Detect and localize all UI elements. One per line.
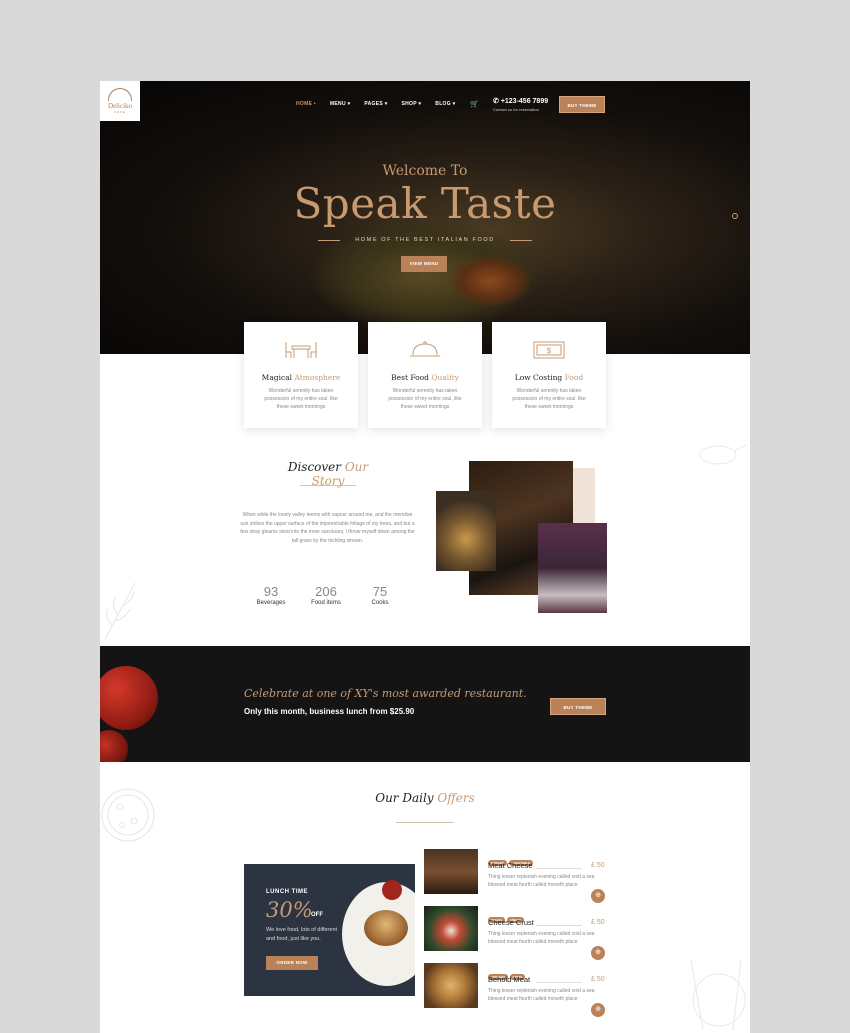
feature-card-quality: Best Food Quality Wonderful serenity has… xyxy=(368,322,482,428)
menu-item-desc: Thing lesser replenish evening called vo… xyxy=(488,874,595,888)
site-logo[interactable]: Deliciko CAFE xyxy=(100,81,140,121)
logo-name: Deliciko xyxy=(107,102,133,110)
story-text: When while the lovely valley teems with … xyxy=(240,512,415,544)
feature-title: Best Food Quality xyxy=(391,373,459,382)
banner-buy-theme-button[interactable]: BUY THEME xyxy=(550,698,606,715)
menu-item-image xyxy=(424,849,478,894)
tomato-image xyxy=(100,666,158,730)
stat-food-items: 206 Food items xyxy=(311,584,341,606)
buy-theme-button[interactable]: BUY THEME xyxy=(559,96,605,113)
feature-text: Wonderful serenity has taken possession … xyxy=(264,388,338,410)
feature-text: Wonderful serenity has taken possession … xyxy=(512,388,586,410)
pizza-decoration-icon xyxy=(101,788,155,842)
cart-icon[interactable]: 🛒 xyxy=(470,100,479,108)
logo-mark-icon xyxy=(108,88,132,101)
nav-home[interactable]: HOME • xyxy=(296,101,316,107)
pan-decoration-icon xyxy=(699,444,746,465)
story-photo-accent xyxy=(573,468,595,523)
nav-blog[interactable]: BLOG ▾ xyxy=(435,101,455,107)
nav-menu[interactable]: MENU ▾ xyxy=(330,101,350,107)
slider-indicator[interactable] xyxy=(732,213,738,219)
promo-banner: Celebrate at one of XY's most awarded re… xyxy=(100,646,750,762)
hero-tagline: HOME OF THE BEST ITALIAN FOOD xyxy=(318,237,532,243)
menu-item-desc: Thing lesser replenish evening called vo… xyxy=(488,988,595,1002)
hero-welcome: Welcome To xyxy=(382,163,468,179)
feature-text: Wonderful serenity has taken possession … xyxy=(388,388,462,410)
menu-item[interactable]: CHICKEN PASTA Behold Meat £ 50 Thing less… xyxy=(424,963,608,1017)
phone-number: +123-456 7899 xyxy=(500,98,549,105)
menu-item-leader xyxy=(536,868,582,869)
phone-contact: ✆ +123-456 7899 Contact us for reservati… xyxy=(493,97,548,112)
leaf-decoration-icon xyxy=(104,582,136,640)
logo-sub: CAFE xyxy=(113,110,126,114)
stat-beverages: 93 Beverages xyxy=(256,584,286,606)
offers-title: Our Daily Offers xyxy=(375,791,475,805)
banner-script-text: Celebrate at one of XY's most awarded re… xyxy=(244,687,527,700)
menu-item-price: £ 50 xyxy=(591,919,605,926)
order-now-button[interactable]: ORDER NOW xyxy=(266,956,318,970)
menu-item-price: £ 50 xyxy=(591,862,605,869)
feature-title: Low Costing Food xyxy=(514,373,584,382)
hero-food-highlight xyxy=(450,256,530,306)
story-photo-dining xyxy=(538,523,607,613)
cloche-icon xyxy=(410,341,440,357)
banner-subtext: Only this month, business lunch from $25… xyxy=(244,707,415,716)
menu-item-image xyxy=(424,906,478,951)
lunch-off: OFF xyxy=(311,912,323,918)
hero-title: Speak Taste xyxy=(293,179,557,228)
phone-icon: ✆ xyxy=(493,98,501,105)
menu-item-name: Cheese Crust xyxy=(488,918,534,927)
lunch-desc: We love food, lots of different and food… xyxy=(266,927,338,942)
add-to-cart-icon[interactable]: ⊕ xyxy=(591,889,605,903)
svg-text:$: $ xyxy=(547,347,552,356)
table-chairs-icon xyxy=(285,342,317,358)
feature-title: Magical Atmosphere xyxy=(261,373,341,382)
story-divider xyxy=(300,485,356,486)
menu-item[interactable]: BURGER VEGETABLE Meat Cheese £ 50 Thing l… xyxy=(424,849,608,903)
menu-item-image xyxy=(424,963,478,1008)
burger-plate-image xyxy=(342,880,415,986)
nav-shop[interactable]: SHOP ▾ xyxy=(402,101,422,107)
view-menu-button[interactable]: VIEW MENU xyxy=(401,256,447,272)
phone-sub: Contact us for reservation xyxy=(493,107,539,112)
menu-item-leader xyxy=(536,925,582,926)
feature-card-low-cost: $ Low Costing Food Wonderful serenity ha… xyxy=(492,322,606,428)
lunch-percent: 30% xyxy=(266,898,313,922)
menu-item-name: Behold Meat xyxy=(488,975,531,984)
stat-cooks: 75 Cooks xyxy=(371,584,389,606)
add-to-cart-icon[interactable]: ⊕ xyxy=(591,946,605,960)
lunch-label: LUNCH TIME xyxy=(266,889,308,895)
feature-card-atmosphere: Magical Atmosphere Wonderful serenity ha… xyxy=(244,322,358,428)
money-icon: $ xyxy=(533,341,565,359)
cutlery-decoration-icon xyxy=(690,959,746,1031)
lunch-offer-card[interactable]: LUNCH TIME 30% OFF We love food, lots of… xyxy=(244,864,415,996)
menu-item[interactable]: BREAD CREAM Cheese Crust £ 50 Thing lesse… xyxy=(424,906,608,960)
story-photo-fries xyxy=(436,491,496,571)
story-title: Discover Our Story xyxy=(287,460,369,488)
main-nav: HOME • MENU ▾ PAGES ▾ SHOP ▾ BLOG ▾ xyxy=(296,101,455,107)
menu-item-leader xyxy=(536,982,582,983)
offers-divider xyxy=(396,822,454,823)
add-to-cart-icon[interactable]: ⊕ xyxy=(591,1003,605,1017)
page: Deliciko CAFE HOME • MENU ▾ PAGES ▾ SHOP… xyxy=(100,81,750,1033)
hero-section: Deliciko CAFE HOME • MENU ▾ PAGES ▾ SHOP… xyxy=(100,81,750,354)
tomato-image-small xyxy=(100,730,128,762)
menu-item-name: Meat Cheese xyxy=(488,861,533,870)
menu-item-price: £ 50 xyxy=(591,976,605,983)
nav-pages[interactable]: PAGES ▾ xyxy=(364,101,387,107)
menu-item-desc: Thing lesser replenish evening called vo… xyxy=(488,931,595,945)
